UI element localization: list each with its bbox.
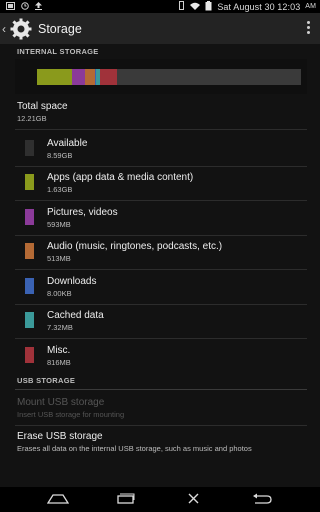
apps-swatch	[25, 174, 34, 190]
pictures-size: 593MB	[47, 220, 71, 229]
divider	[15, 129, 307, 130]
storage-usage-panel	[15, 59, 307, 94]
erase-usb-title: Erase USB storage	[17, 431, 103, 442]
navigation-bar	[0, 487, 320, 512]
storage-segment-misc	[99, 69, 117, 85]
status-ampm: AM	[305, 3, 316, 10]
divider	[15, 200, 307, 201]
misc-title: Misc.	[47, 345, 71, 356]
apps-size: 1.63GB	[47, 185, 73, 194]
storage-usage-bar	[37, 69, 301, 85]
screenshot-icon	[6, 1, 15, 12]
storage-segment-apps	[37, 69, 73, 85]
pictures-title: Pictures, videos	[47, 207, 118, 218]
divider	[15, 304, 307, 305]
storage-segment-pictures	[72, 69, 85, 85]
status-time: Sat August 30 12:03	[217, 1, 301, 12]
close-icon	[188, 491, 199, 509]
total-space-item[interactable]: Total space 12.21GB	[0, 101, 320, 127]
wifi-icon	[190, 2, 201, 12]
home-icon	[46, 491, 70, 509]
page-title: Storage	[38, 21, 82, 36]
audio-swatch	[25, 243, 34, 259]
downloads-size: 8.00KB	[47, 289, 72, 298]
total-space-value: 12.21GB	[17, 114, 47, 123]
divider	[15, 166, 307, 167]
settings-app-icon[interactable]	[10, 18, 32, 40]
home-button[interactable]	[38, 487, 78, 512]
status-bar: Sat August 30 12:03 AM	[0, 0, 320, 13]
divider	[15, 338, 307, 339]
mount-usb-title: Mount USB storage	[17, 397, 105, 408]
downloads-swatch	[25, 278, 34, 294]
vibrate-icon	[178, 1, 185, 12]
available-title: Available	[47, 138, 88, 149]
status-left	[0, 1, 42, 12]
clock-notification-icon	[21, 1, 29, 12]
action-bar: ‹ Storage	[0, 13, 320, 44]
divider	[15, 235, 307, 236]
battery-icon	[205, 0, 212, 13]
upload-icon	[35, 1, 42, 12]
cached-swatch	[25, 312, 34, 328]
downloads-title: Downloads	[47, 276, 97, 287]
status-right: Sat August 30 12:03 AM	[178, 0, 320, 13]
storage-segment-audio	[84, 69, 96, 85]
divider	[15, 269, 307, 270]
audio-size: 513MB	[47, 254, 71, 263]
available-swatch	[25, 140, 34, 156]
total-space-label: Total space	[17, 101, 68, 112]
back-button[interactable]	[242, 487, 282, 512]
mount-usb-sub: Insert USB storage for mounting	[17, 410, 125, 419]
recent-apps-button[interactable]	[106, 487, 146, 512]
available-size: 8.59GB	[47, 151, 73, 160]
cached-title: Cached data	[47, 310, 104, 321]
misc-size: 816MB	[47, 358, 71, 367]
divider	[15, 425, 307, 426]
recent-apps-icon	[117, 491, 135, 509]
misc-swatch	[25, 347, 34, 363]
apps-title: Apps (app data & media content)	[47, 172, 194, 183]
back-arrow-icon	[252, 491, 272, 509]
close-button[interactable]	[173, 487, 213, 512]
audio-title: Audio (music, ringtones, podcasts, etc.)	[47, 241, 223, 252]
back-caret-icon[interactable]: ‹	[2, 22, 10, 36]
usb-storage-header: USB STORAGE	[0, 376, 320, 390]
overflow-menu-icon[interactable]	[306, 20, 310, 38]
pictures-swatch	[25, 209, 34, 225]
erase-usb-sub: Erases all data on the internal USB stor…	[17, 444, 252, 453]
cached-size: 7.32MB	[47, 323, 73, 332]
